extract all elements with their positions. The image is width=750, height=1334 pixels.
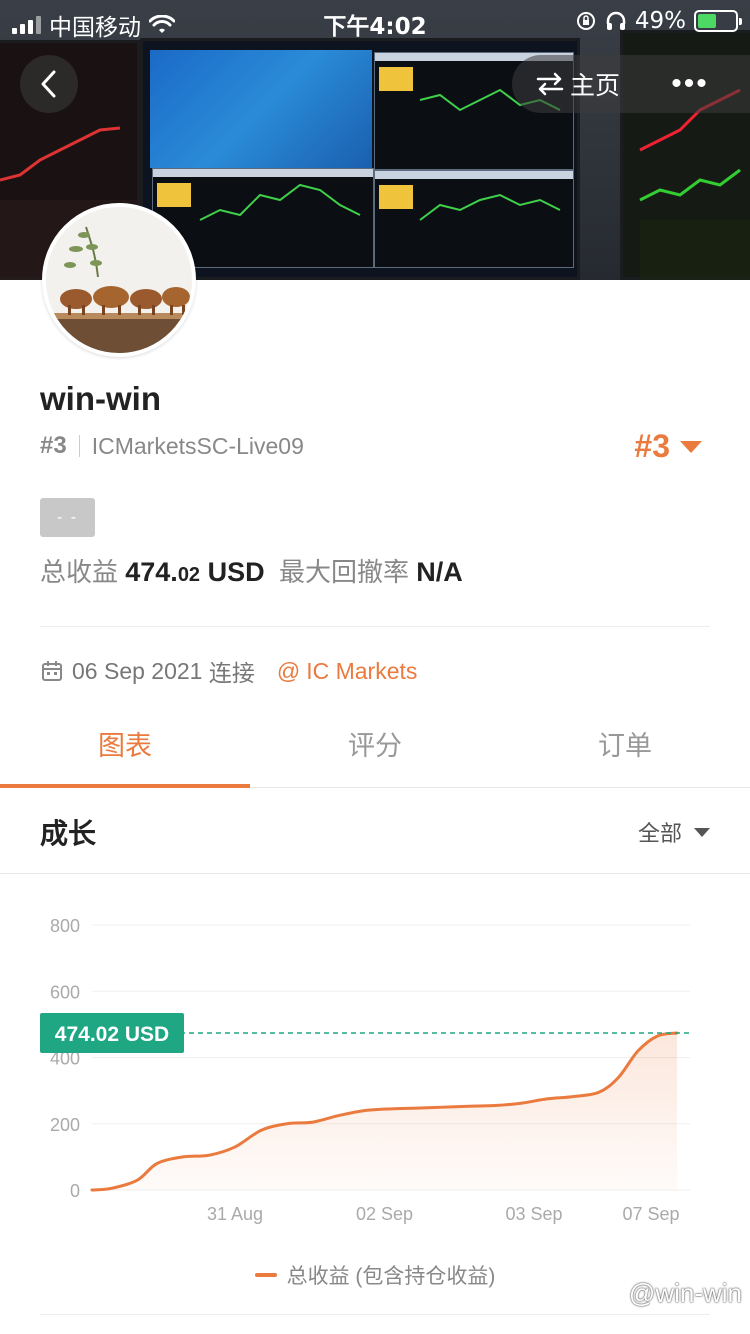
y-tick-label: 200	[50, 1115, 80, 1135]
x-tick-label: 03 Sep	[505, 1204, 562, 1224]
more-icon: •••	[671, 67, 709, 100]
legend-swatch	[254, 1273, 277, 1277]
tab-rating[interactable]: 评分	[250, 712, 500, 787]
battery-icon	[694, 10, 742, 32]
caret-down-icon	[680, 440, 702, 453]
avatar[interactable]	[42, 203, 196, 357]
total-profit-unit: USD	[207, 557, 265, 587]
period-filter-label: 全部	[637, 821, 682, 846]
divider	[40, 1314, 710, 1315]
section-title: 成长	[40, 818, 97, 849]
server-label: ICMarketsSC-Live09	[91, 432, 304, 459]
total-profit-int: 474.	[125, 557, 178, 587]
headphones-icon	[606, 11, 626, 30]
y-tick-label: 0	[70, 1181, 80, 1201]
profit-summary: 总收益 474.02 USD 最大回撤率 N/A	[40, 552, 463, 589]
rank-label: #3	[40, 432, 67, 459]
x-tick-label: 31 Aug	[207, 1204, 263, 1224]
tab-bar: 图表 评分 订单	[0, 712, 750, 788]
connection-info: 06 Sep 2021 连接 @ IC Markets	[40, 654, 417, 688]
account-meta: #3 ICMarketsSC-Live09	[40, 432, 304, 460]
x-tick-label: 07 Sep	[622, 1204, 679, 1224]
status-bar: 中国移动 下午4:02 49%	[0, 0, 750, 41]
avatar-image	[46, 207, 192, 353]
watermark: @win-win	[600, 1278, 742, 1309]
at-icon: @	[276, 657, 301, 684]
growth-section-header: 成长 全部	[0, 790, 750, 874]
meta-divider	[78, 435, 80, 457]
caret-down-icon	[694, 827, 710, 837]
series-area	[92, 1032, 677, 1190]
swap-icon	[536, 72, 564, 96]
x-tick-label: 02 Sep	[356, 1204, 413, 1224]
home-button[interactable]: 主页	[512, 55, 630, 113]
broker-name: IC Markets	[306, 657, 418, 684]
home-button-label: 主页	[570, 72, 621, 100]
growth-chart-svg: 800600400200031 Aug 02 Sep 03 Sep 07 Sep474…	[40, 916, 690, 1224]
calendar-icon	[42, 661, 62, 681]
battery-percent: 49%	[634, 8, 686, 34]
rank-dropdown-label: #3	[634, 428, 670, 464]
broker-link[interactable]: @ IC Markets	[277, 658, 418, 685]
watermark-text: @win-win	[628, 1278, 742, 1308]
strategy-tag: - -	[40, 498, 95, 537]
total-profit-label: 总收益	[40, 557, 119, 587]
period-filter[interactable]: 全部	[638, 816, 710, 848]
weibo-icon	[600, 1284, 626, 1304]
current-value-label: 474.02 USD	[55, 1023, 169, 1046]
max-drawdown-label: 最大回撤率	[279, 557, 410, 587]
connected-date: 06 Sep 2021	[72, 657, 203, 684]
y-tick-label: 600	[50, 982, 80, 1002]
growth-chart: 800 600 400 200 0 31 Aug 02 Sep 03 Sep 07 Sep 474…	[0, 890, 750, 1310]
connected-label: 连接	[208, 660, 255, 686]
tab-orders[interactable]: 订单	[500, 712, 750, 787]
chevron-left-icon	[41, 70, 56, 98]
divider	[40, 626, 710, 627]
legend-label: 总收益 (包含持仓收益)	[286, 1265, 496, 1288]
tab-chart[interactable]: 图表	[0, 712, 250, 788]
rank-dropdown[interactable]: #3	[634, 428, 702, 465]
max-drawdown-value: N/A	[416, 557, 463, 587]
orientation-lock-icon	[576, 12, 595, 30]
more-button[interactable]: •••	[630, 55, 750, 113]
y-tick-label: 800	[50, 916, 80, 936]
username: win-win	[40, 380, 161, 417]
back-button[interactable]	[20, 55, 78, 113]
total-profit-decimal: 02	[177, 564, 201, 586]
